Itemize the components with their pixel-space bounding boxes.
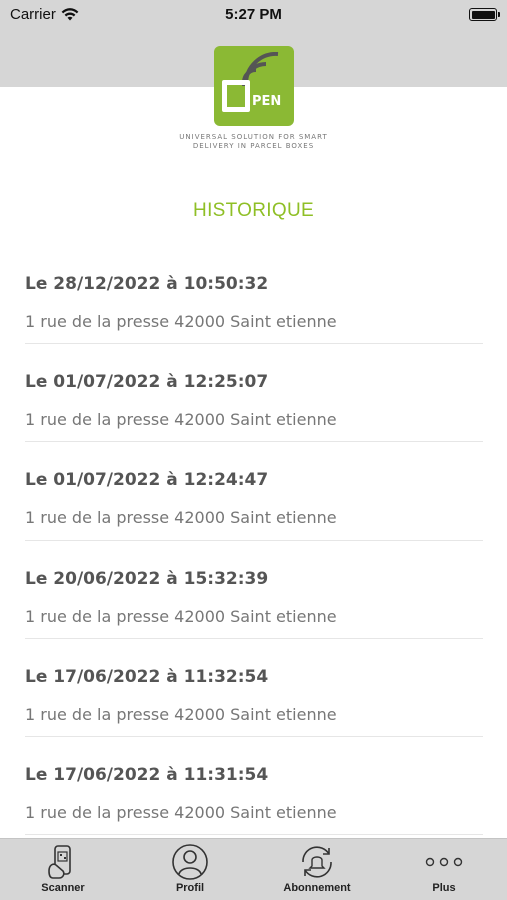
tab-abonnement[interactable]: Abonnement: [254, 839, 380, 900]
history-date: Le 17/06/2022 à 11:32:54: [25, 666, 269, 687]
history-date: Le 01/07/2022 à 12:24:47: [25, 470, 269, 491]
history-list: Le 28/12/2022 à 10:50:32 1 rue de la pre…: [25, 246, 483, 836]
history-item[interactable]: Le 20/06/2022 à 15:32:39 1 rue de la pre…: [25, 541, 483, 639]
scanner-icon: [48, 845, 71, 879]
page-title: HISTORIQUE: [193, 200, 314, 221]
history-address: 1 rue de la presse 42000 Saint etienne: [25, 312, 337, 331]
tab-scanner-label: Scanner: [41, 882, 85, 894]
tab-scanner[interactable]: Scanner: [0, 839, 126, 900]
tab-plus-label: Plus: [432, 882, 456, 894]
tagline-line-2: DELIVERY IN PARCEL BOXES: [192, 142, 315, 150]
tab-profil[interactable]: Profil: [127, 839, 253, 900]
history-address: 1 rue de la presse 42000 Saint etienne: [25, 704, 337, 724]
history-item[interactable]: Le 28/12/2022 à 10:50:32 1 rue de la pre…: [25, 246, 483, 345]
history-date: Le 28/12/2022 à 10:50:32: [25, 274, 269, 294]
logo-letter-o: [222, 80, 250, 112]
history-item[interactable]: Le 17/06/2022 à 11:31:54 1 rue de la pre…: [25, 737, 483, 836]
history-date: Le 20/06/2022 à 15:32:39: [25, 568, 269, 589]
subscription-icon: [302, 846, 332, 878]
tab-abonnement-label: Abonnement: [283, 882, 351, 894]
logo-text: PEN: [252, 94, 282, 109]
history-date: Le 01/07/2022 à 12:25:07: [25, 372, 269, 393]
history-address: 1 rue de la presse 42000 Saint etienne: [25, 802, 337, 822]
status-time: 5:27 PM: [225, 6, 282, 23]
history-address: 1 rue de la presse 42000 Saint etienne: [25, 606, 337, 626]
history-item[interactable]: Le 01/07/2022 à 12:25:07 1 rue de la pre…: [25, 344, 483, 443]
open-logo: PEN: [214, 46, 294, 126]
battery-icon: [469, 8, 500, 21]
tagline-line-1: UNIVERSAL SOLUTION FOR SMART: [179, 133, 328, 141]
history-address: 1 rue de la presse 42000 Saint etienne: [25, 508, 337, 528]
status-bar: Carrier 5:27 PM: [0, 0, 507, 30]
profile-icon: [172, 844, 208, 880]
tab-plus[interactable]: Plus: [381, 839, 507, 900]
more-icon: [425, 857, 463, 867]
tab-profil-label: Profil: [175, 882, 205, 894]
history-address: 1 rue de la presse 42000 Saint etienne: [25, 410, 337, 430]
tab-bar: Scanner Profil Abonnement Plus: [0, 838, 507, 900]
history-date: Le 17/06/2022 à 11:31:54: [25, 764, 269, 785]
logo-tagline: UNIVERSAL SOLUTION FOR SMART DELIVERY IN…: [150, 133, 357, 151]
history-item[interactable]: Le 01/07/2022 à 12:24:47 1 rue de la pre…: [25, 442, 483, 541]
history-item[interactable]: Le 17/06/2022 à 11:32:54 1 rue de la pre…: [25, 639, 483, 737]
